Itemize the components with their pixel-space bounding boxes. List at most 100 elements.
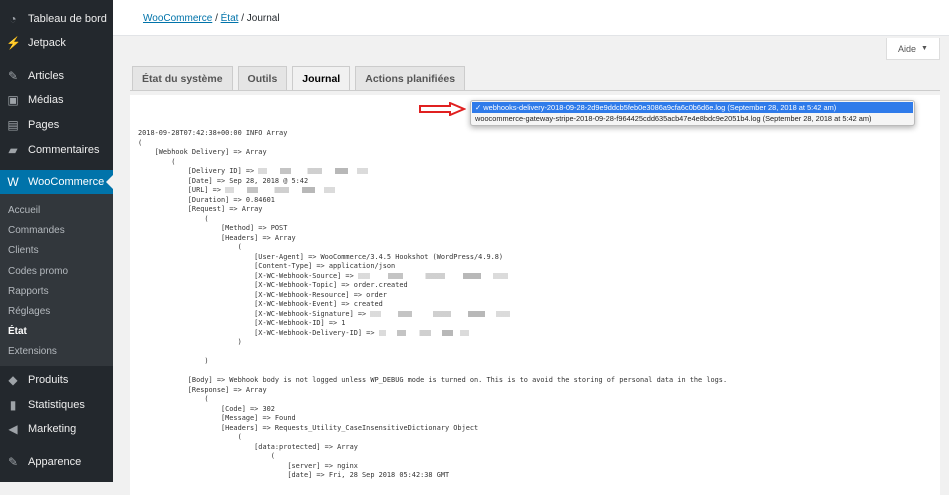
sidebar-item-label: Commentaires xyxy=(28,144,100,156)
log-line-text: [X-WC-Webhook-Source] => xyxy=(138,271,358,280)
tab-scheduled-actions[interactable]: Actions planifiées xyxy=(355,66,466,91)
woo-icon: W xyxy=(7,175,19,189)
sidebar-item-marketing[interactable]: ◀ Marketing xyxy=(0,417,113,441)
log-line-text: [Response] => Array xyxy=(138,385,267,394)
log-content: 2018-09-28T07:42:38+00:00 INFO Array( [W… xyxy=(138,129,727,481)
log-line: [X-WC-Webhook-Delivery-ID] => xyxy=(138,329,727,339)
log-line: ( xyxy=(138,433,727,443)
media-icon: ▣ xyxy=(7,93,19,107)
log-line: ( xyxy=(138,452,727,462)
log-line: [data:protected] => Array xyxy=(138,443,727,453)
log-line: ( xyxy=(138,139,727,149)
breadcrumb-etat[interactable]: État xyxy=(221,13,239,24)
log-line: [Headers] => Requests_Utility_CaseInsens… xyxy=(138,424,727,434)
log-line-text: [date] => Fri, 28 Sep 2018 05:42:38 GMT xyxy=(138,471,450,479)
log-line: [Response] => Array xyxy=(138,386,727,396)
brush-icon: ✎ xyxy=(7,455,19,469)
sidebar-item-articles[interactable]: ✎ Articles xyxy=(0,64,113,88)
sidebar-item-statistiques[interactable]: ▮ Statistiques xyxy=(0,393,113,417)
breadcrumb: WooCommerce / État / Journal xyxy=(143,13,280,24)
breadcrumb-separator: / xyxy=(241,13,244,24)
tab-logs[interactable]: Journal xyxy=(292,66,351,91)
log-line-text: ) xyxy=(138,357,209,365)
log-line-text: [X-WC-Webhook-Topic] => order.created xyxy=(138,281,408,289)
redacted-value xyxy=(225,187,336,193)
submenu-item[interactable]: Réglages xyxy=(8,306,50,317)
submenu-item[interactable]: Clients xyxy=(8,245,39,256)
log-line-text: [Method] => POST xyxy=(138,224,288,232)
caret-down-icon: ▼ xyxy=(921,45,928,52)
log-line: [date] => Fri, 28 Sep 2018 05:42:38 GMT xyxy=(138,471,727,481)
log-line: [Delivery ID] => xyxy=(138,167,727,177)
log-line: ( xyxy=(138,395,727,405)
log-line-text: ) xyxy=(138,338,242,346)
log-line-text: [Duration] => 0.84601 xyxy=(138,195,275,204)
sidebar-item-produits[interactable]: ◆ Produits xyxy=(0,368,113,392)
products-icon: ◆ xyxy=(8,373,18,387)
sidebar-item-tableau-de-bord[interactable]: ◔ Tableau de bord xyxy=(0,7,113,31)
log-line: [Request] => Array xyxy=(138,205,727,215)
log-line: [X-WC-Webhook-Event] => created xyxy=(138,300,727,310)
log-line-text: [Message] => Found xyxy=(138,414,296,422)
submenu-item[interactable]: Accueil xyxy=(8,205,40,216)
log-line: [Webhook Delivery] => Array xyxy=(138,148,727,158)
log-line-text: [URL] => xyxy=(138,186,226,194)
submenu-item[interactable]: Extensions xyxy=(8,346,57,357)
sidebar-item-m-dias[interactable]: ▣ Médias xyxy=(0,88,113,112)
breadcrumb-woocommerce[interactable]: WooCommerce xyxy=(143,13,212,24)
log-file-select[interactable]: ✓ webhooks-delivery-2018-09-28-2d9e9ddcb… xyxy=(470,100,915,126)
log-line-text: [Request] => Array xyxy=(138,205,263,213)
log-line-text: [data:protected] => Array xyxy=(138,442,358,451)
log-line-text: [Delivery ID] => xyxy=(138,167,259,175)
sidebar-item-pages[interactable]: ▤ Pages xyxy=(0,113,113,137)
submenu-item[interactable]: Commandes xyxy=(8,225,65,236)
log-line-text: ( xyxy=(138,452,275,460)
help-button[interactable]: Aide ▼ xyxy=(886,38,940,60)
log-line-text: [Content-Type] => application/json xyxy=(138,262,396,270)
log-line: [X-WC-Webhook-Resource] => order xyxy=(138,291,727,301)
log-line-text: [X-WC-Webhook-Delivery-ID] => xyxy=(138,328,379,337)
log-line: [X-WC-Webhook-Topic] => order.created xyxy=(138,281,727,291)
log-line-text: [Webhook Delivery] => Array xyxy=(138,148,267,156)
log-line-text: ( xyxy=(138,433,242,441)
submenu-item[interactable]: État xyxy=(8,326,27,337)
log-option-webhooks-delivery[interactable]: ✓ webhooks-delivery-2018-09-28-2d9e9ddcb… xyxy=(472,102,913,113)
woocommerce-submenu: Accueil Commandes Clients Codes promo Rappor… xyxy=(0,194,113,366)
submenu-item[interactable]: Codes promo xyxy=(8,266,68,277)
log-line: 2018-09-28T07:42:38+00:00 INFO Array xyxy=(138,129,727,139)
log-line-text: ( xyxy=(138,395,209,403)
sidebar-item-label: Médias xyxy=(28,94,64,106)
sidebar-item-woocommerce[interactable]: W WooCommerce xyxy=(0,170,113,194)
log-line: ( xyxy=(138,243,727,253)
tab-tools[interactable]: Outils xyxy=(237,66,288,91)
tab-system-status[interactable]: État du système xyxy=(132,66,233,91)
jetpack-icon: ⚡ xyxy=(6,36,21,50)
log-line: [Headers] => Array xyxy=(138,234,727,244)
log-line-text: [Headers] => Requests_Utility_CaseInsens… xyxy=(138,423,479,432)
breadcrumb-current: Journal xyxy=(246,13,280,24)
sidebar-item-apparence[interactable]: ✎ Apparence xyxy=(0,450,113,474)
log-line-text: [X-WC-Webhook-Signature] => xyxy=(138,309,371,318)
log-line-text: [Body] => Webhook body is not logged unl… xyxy=(138,376,728,384)
breadcrumb-separator: / xyxy=(215,13,218,24)
sidebar-item-label: Articles xyxy=(28,70,65,82)
sidebar-item-label: Tableau de bord xyxy=(28,13,107,25)
sidebar-item-label: Pages xyxy=(28,119,60,131)
redacted-value xyxy=(357,272,508,279)
comments-icon: ▰ xyxy=(8,143,18,157)
log-option-stripe[interactable]: woocommerce-gateway-stripe-2018-09-28-f9… xyxy=(472,113,913,124)
log-line: [Date] => Sep 28, 2018 @ 5:42 xyxy=(138,177,727,187)
help-label: Aide xyxy=(898,43,917,54)
log-line: [server] => nginx xyxy=(138,462,727,472)
tabs-divider xyxy=(130,90,940,91)
log-line-text: ( xyxy=(138,214,209,223)
log-line: [X-WC-Webhook-Signature] => xyxy=(138,310,727,320)
admin-sidebar: Accueil Commandes Clients Codes promo Rappor… xyxy=(0,0,113,482)
sidebar-item-jetpack[interactable]: ⚡ Jetpack xyxy=(0,31,113,55)
redacted-value xyxy=(370,310,511,317)
sidebar-item-label: Apparence xyxy=(28,456,82,468)
sidebar-item-commentaires[interactable]: ▰ Commentaires xyxy=(0,138,113,162)
log-line-text: [User-Agent] => WooCommerce/3.4.5 Hooksh… xyxy=(138,252,504,261)
submenu-item[interactable]: Rapports xyxy=(8,286,49,297)
log-line-text: ( xyxy=(138,157,176,166)
